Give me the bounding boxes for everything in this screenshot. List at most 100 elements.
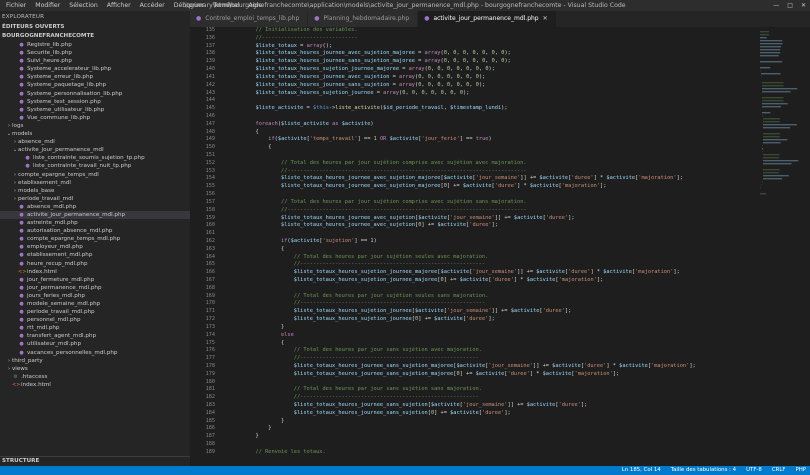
tree-item[interactable]: ● etablissement_mdl.php: [0, 251, 190, 259]
tree-item-label: employeur_mdl.php: [27, 244, 83, 251]
tree-item[interactable]: ● jours_feries_mdl.php: [0, 292, 190, 300]
line-number: 136: [205, 34, 215, 41]
code-line: $liste_totaux_heures_journee_sans_sujeti…: [293, 409, 511, 416]
tab-size[interactable]: Taille des tabulations : 4: [671, 466, 736, 475]
php-file-icon: ●: [19, 325, 24, 332]
menu-item-6[interactable]: Terminal: [213, 2, 239, 9]
tab-0[interactable]: ● Controle_emploi_temps_lib.php: [190, 11, 309, 27]
tree-item-label: periode_travail_mdl: [18, 195, 74, 202]
tree-item[interactable]: ● compte_epargne_temps_mdl.php: [0, 235, 190, 243]
tree-item[interactable]: › views: [0, 365, 190, 373]
tree-item[interactable]: ● liste_contrainte_travail_nuit_tp.php: [0, 162, 190, 170]
tree-item[interactable]: › absence_mdl: [0, 138, 190, 146]
close-icon[interactable]: ✕: [801, 0, 806, 11]
tree-item[interactable]: ● Systeme_utilisateur_lib.php: [0, 106, 190, 114]
project-root[interactable]: BOURGOGNEFRANCHECOMTE: [0, 32, 190, 41]
line-number: 164: [205, 253, 215, 260]
tree-item[interactable]: ● liste_contrainte_soumis_sujetion_tp.php: [0, 154, 190, 162]
tree-item[interactable]: ● Systeme_paquetage_lib.php: [0, 81, 190, 89]
tree-item[interactable]: ● autorisation_absence_mdl.php: [0, 227, 190, 235]
tree-item[interactable]: ● personnel_mdl.php: [0, 316, 190, 324]
menu-item-0[interactable]: Fichier: [6, 2, 26, 9]
menu-item-1[interactable]: Modifier: [35, 2, 60, 9]
tree-item[interactable]: ● Systeme_test_session.php: [0, 98, 190, 106]
language-mode[interactable]: PHP: [795, 466, 806, 475]
code-content[interactable]: // Initialisation des variables. //-----…: [230, 27, 800, 457]
cursor-position[interactable]: Ln 185, Col 14: [622, 466, 661, 475]
tree-item[interactable]: ● vacances_personnelles_mdl.php: [0, 349, 190, 357]
minimap-line: [762, 148, 764, 150]
tree-item[interactable]: ⌄ models: [0, 130, 190, 138]
minimize-icon[interactable]: —: [773, 0, 779, 11]
tree-item[interactable]: ● periode_travail_mdl.php: [0, 308, 190, 316]
menu-item-4[interactable]: Accéder: [140, 2, 165, 9]
open-editors-section[interactable]: ÉDITEURS OUVERTS: [0, 23, 190, 32]
menu-item-2[interactable]: Sélection: [69, 2, 98, 9]
line-number: 141: [205, 73, 215, 80]
tree-item[interactable]: ● activite_jour_permanence_mdl.php: [0, 210, 190, 220]
tree-item[interactable]: <> index.html: [0, 268, 190, 276]
minimap[interactable]: [758, 27, 802, 466]
menu-item-7[interactable]: Aide: [248, 2, 262, 9]
code-line: }: [230, 425, 272, 432]
tab-2[interactable]: ● activite_jour_permanence_mdl.php ✕: [418, 11, 557, 27]
tree-item[interactable]: › etablissement_mdl: [0, 179, 190, 187]
title-bar: Fichier Modifier Sélection Afficher Accéder D…: [0, 0, 810, 11]
tree-item[interactable]: ⌄ activite_jour_permanence_mdl: [0, 146, 190, 154]
line-ending[interactable]: CRLF: [772, 466, 786, 475]
tree-item[interactable]: ● rtt_mdl.php: [0, 324, 190, 332]
tree-item[interactable]: ● jour_fermeture_mdl.php: [0, 276, 190, 284]
code-line: $liste_totaux_heures_journee_sans_sujeti…: [255, 58, 511, 65]
line-number: 140: [205, 66, 215, 73]
tree-item[interactable]: › models_base: [0, 187, 190, 195]
tree-item[interactable]: › compte_epargne_temps_mdl: [0, 171, 190, 179]
tree-item-label: Securite_lib.php: [27, 50, 72, 57]
code-editor[interactable]: 135 136 137 138 139 140 141 142 143 144 145 146 147 1…: [190, 27, 810, 466]
tree-item-label: heure_recup_mdl.php: [27, 260, 88, 267]
tree-item[interactable]: ● Systeme_accelerateur_lib.php: [0, 65, 190, 73]
line-number: 170: [205, 300, 215, 307]
tree-item[interactable]: ⚙ .htaccess: [0, 373, 190, 381]
minimap-line: [763, 154, 780, 156]
menu-item-5[interactable]: Déboguer: [174, 2, 204, 9]
tree-item[interactable]: ● Registre_lib.php: [0, 41, 190, 49]
php-file-icon: ●: [19, 301, 24, 307]
tree-item[interactable]: ● Systeme_personnalisation_lib.php: [0, 90, 190, 98]
tab-1[interactable]: ● Planning_hebdomadaire.php: [308, 11, 419, 27]
encoding[interactable]: UTF-8: [746, 466, 762, 475]
line-number: 159: [205, 214, 215, 221]
tree-item[interactable]: ● employeur_mdl.php: [0, 243, 190, 251]
tree-item[interactable]: › third_party: [0, 357, 190, 365]
tree-item[interactable]: › logs: [0, 122, 190, 130]
code-line: //--------------------------------------…: [230, 394, 479, 401]
code-line: foreach($liste_activite as $activite): [255, 120, 374, 127]
line-number: 175: [205, 339, 215, 346]
tree-item[interactable]: ● heure_recup_mdl.php: [0, 260, 190, 268]
close-icon[interactable]: ✕: [543, 11, 548, 27]
minimap-line: [763, 163, 792, 165]
tree-item-label: absence_mdl.php: [27, 203, 77, 210]
tree-item[interactable]: ● astreinte_mdl.php: [0, 219, 190, 227]
outline-section[interactable]: STRUCTURE: [0, 456, 190, 466]
line-number: 168: [205, 284, 215, 291]
tree-item[interactable]: ● jour_permanence_mdl.php: [0, 284, 190, 292]
minimap-line: [763, 139, 788, 141]
tree-item[interactable]: ● Systeme_erreur_lib.php: [0, 73, 190, 81]
tree-item[interactable]: ● Vue_commune_lib.php: [0, 114, 190, 122]
tree-item-label: compte_epargne_temps_mdl.php: [27, 236, 121, 243]
line-number: 145: [205, 105, 215, 112]
tree-item[interactable]: › periode_travail_mdl: [0, 195, 190, 203]
tree-item[interactable]: ● transfert_agent_mdl.php: [0, 332, 190, 340]
php-file-icon: ●: [19, 284, 24, 291]
tree-item[interactable]: ● utilisateur_mdl.php: [0, 340, 190, 348]
tree-item[interactable]: ● Securite_lib.php: [0, 49, 190, 57]
tree-item[interactable]: <> index.html: [0, 381, 190, 389]
tree-item[interactable]: ● modele_semaine_mdl.php: [0, 300, 190, 308]
line-number: 160: [205, 222, 215, 229]
code-line: {: [230, 128, 259, 135]
tree-item[interactable]: ● Suivi_heure.php: [0, 57, 190, 65]
tree-item[interactable]: ● absence_mdl.php: [0, 203, 190, 211]
maximize-icon[interactable]: □: [787, 0, 793, 11]
menu-item-3[interactable]: Afficher: [107, 2, 131, 9]
